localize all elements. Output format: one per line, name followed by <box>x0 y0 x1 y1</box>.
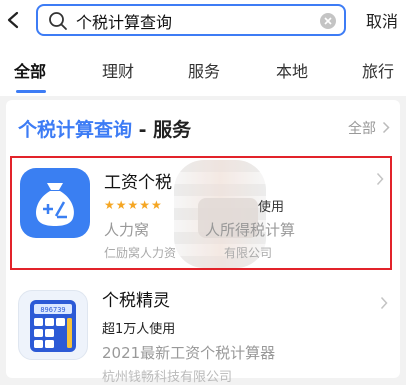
calculator-icon: 896739 <box>18 290 88 360</box>
back-arrow-icon[interactable] <box>4 6 24 34</box>
section-title-category: - 服务 <box>132 119 192 141</box>
section-title: 个税计算查询 - 服务 <box>18 115 191 142</box>
tab-local[interactable]: 本地 <box>276 58 308 82</box>
result-description: 2021最新工资个税计算器 <box>102 344 276 362</box>
see-all-link[interactable]: 全部 <box>348 118 390 138</box>
result-users: 超1万人使用 <box>102 322 176 337</box>
search-input[interactable] <box>76 9 316 33</box>
tab-all[interactable]: 全部 <box>14 58 46 82</box>
section-title-query: 个税计算查询 <box>18 119 133 141</box>
search-box[interactable] <box>36 4 346 36</box>
result-name: 个税精灵 <box>102 291 170 311</box>
tab-travel[interactable]: 旅行 <box>362 58 394 82</box>
category-tabs: 全部 理财 服务 本地 旅行 <box>0 44 406 96</box>
result-item-salary-tax[interactable]: 工资个税 ★★★★★ 使用 人力窝 人所得税计算 仁励窝人力资 有限公司 <box>10 156 392 270</box>
result-name: 工资个税 <box>104 173 172 193</box>
result-users: 使用 <box>258 200 285 215</box>
chevron-right-icon <box>376 172 384 186</box>
result-developer-start: 仁励窝人力资 <box>104 246 177 260</box>
close-icon <box>324 17 332 25</box>
result-developer-end: 有限公司 <box>224 246 273 260</box>
result-description-start: 人力窝 <box>104 221 150 239</box>
search-icon <box>49 12 67 30</box>
active-tab-indicator <box>16 90 46 93</box>
chevron-right-icon <box>380 296 388 310</box>
top-bar: 取消 <box>0 0 406 44</box>
chevron-right-icon <box>382 121 390 134</box>
calculator-display: 896739 <box>40 306 65 314</box>
services-section: 个税计算查询 - 服务 全部 工资个税 ★★★★★ 使用 人力窝 人所得税计算 仁… <box>6 100 400 385</box>
money-bag-icon <box>20 168 90 238</box>
tab-services[interactable]: 服务 <box>188 58 220 82</box>
cancel-button[interactable]: 取消 <box>366 8 398 32</box>
result-description-end: 人所得税计算 <box>205 221 296 239</box>
rating-stars: ★★★★★ <box>104 198 163 212</box>
see-all-label: 全部 <box>348 121 376 137</box>
result-developer: 杭州钱畅科技有限公司 <box>102 370 233 385</box>
result-description: 人力窝 人所得税计算 <box>104 219 295 240</box>
clear-search-button[interactable] <box>320 13 336 29</box>
tab-finance[interactable]: 理财 <box>102 58 134 82</box>
result-developer: 仁励窝人力资 有限公司 <box>104 244 272 261</box>
